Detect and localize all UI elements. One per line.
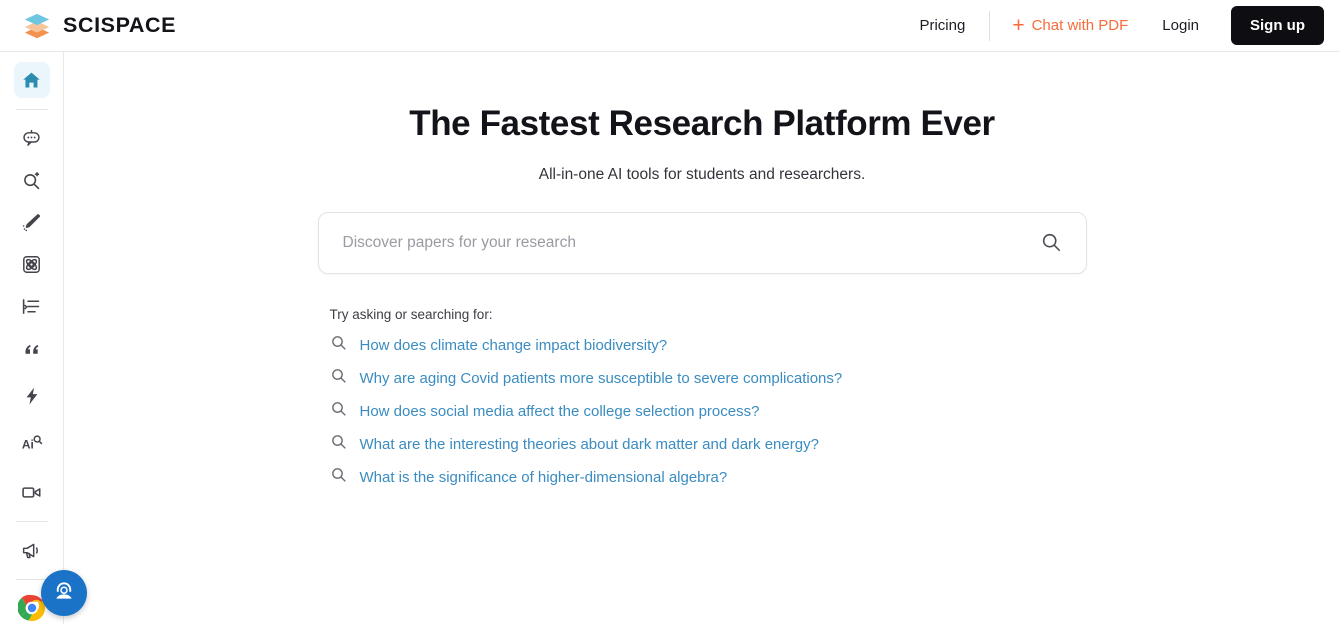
suggestion-text: What are the interesting theories about … bbox=[359, 435, 819, 453]
suggestion-text: How does social media affect the college… bbox=[359, 402, 760, 420]
nav-chat-with-pdf[interactable]: + Chat with PDF bbox=[996, 15, 1144, 36]
search-icon bbox=[1040, 231, 1062, 256]
search-submit-button[interactable] bbox=[1036, 227, 1066, 260]
plus-icon: + bbox=[1012, 14, 1025, 37]
sidebar-item-citation-generator[interactable] bbox=[14, 330, 50, 366]
support-agent-icon bbox=[52, 579, 76, 608]
search-bar[interactable] bbox=[317, 212, 1087, 274]
suggestion-text: How does climate change impact biodivers… bbox=[359, 336, 668, 354]
video-icon bbox=[21, 482, 42, 503]
sidebar-divider-mid bbox=[15, 521, 48, 522]
suggestion-item[interactable]: How does climate change impact biodivers… bbox=[330, 334, 1087, 356]
header-nav: Pricing + Chat with PDF Login Sign up bbox=[901, 0, 1340, 51]
sidebar-item-ai-detector[interactable]: Ai bbox=[14, 426, 50, 462]
suggestions-label: Try asking or searching for: bbox=[329, 307, 493, 322]
sidebar-item-home[interactable] bbox=[13, 62, 50, 98]
suggestion-item[interactable]: What is the significance of higher-dimen… bbox=[330, 466, 1087, 488]
search-icon bbox=[330, 466, 347, 488]
sidebar-item-paraphraser[interactable] bbox=[14, 204, 50, 240]
chat-with-pdf-label: Chat with PDF bbox=[1031, 17, 1129, 34]
page-title: The Fastest Research Platform Ever bbox=[409, 104, 995, 143]
atom-icon bbox=[21, 254, 42, 275]
list-outline-icon bbox=[21, 296, 42, 317]
ai-detector-icon: Ai bbox=[21, 433, 43, 455]
sidebar-item-extract-data[interactable] bbox=[14, 246, 50, 282]
megaphone-icon bbox=[21, 540, 42, 561]
suggestions-block: Try asking or searching for: How does cl… bbox=[318, 307, 1087, 488]
left-sidebar: Ai bbox=[0, 52, 64, 624]
suggestion-text: Why are aging Covid patients more suscep… bbox=[359, 369, 843, 387]
signup-button[interactable]: Sign up bbox=[1231, 6, 1324, 45]
suggestion-item[interactable]: Why are aging Covid patients more suscep… bbox=[330, 367, 1087, 389]
lightning-bolt-icon bbox=[22, 386, 42, 406]
nav-login[interactable]: Login bbox=[1144, 17, 1217, 34]
home-icon bbox=[21, 70, 42, 91]
sidebar-item-outline[interactable] bbox=[14, 288, 50, 324]
sidebar-item-announcements[interactable] bbox=[14, 532, 50, 568]
nav-pricing[interactable]: Pricing bbox=[901, 17, 983, 34]
quote-icon bbox=[22, 338, 42, 358]
chat-bot-icon bbox=[21, 128, 42, 149]
sidebar-divider-bottom bbox=[15, 579, 48, 580]
sidebar-divider-top bbox=[15, 109, 48, 110]
pen-write-icon bbox=[21, 212, 42, 233]
nav-divider bbox=[989, 10, 991, 41]
sidebar-item-chat[interactable] bbox=[14, 120, 50, 156]
brand-logo[interactable]: SCISPACE bbox=[22, 11, 176, 41]
svg-text:Ai: Ai bbox=[21, 438, 33, 452]
search-icon bbox=[330, 433, 347, 455]
sidebar-item-literature-review[interactable] bbox=[14, 162, 50, 198]
suggestion-item[interactable]: What are the interesting theories about … bbox=[330, 433, 1087, 455]
layers-stack-icon bbox=[22, 11, 52, 41]
top-header: SCISPACE Pricing + Chat with PDF Login S… bbox=[0, 0, 1340, 52]
support-widget-button[interactable] bbox=[41, 570, 87, 616]
sidebar-item-video-tutorial[interactable] bbox=[14, 474, 50, 510]
brand-name: SCISPACE bbox=[63, 13, 177, 37]
suggestion-text: What is the significance of higher-dimen… bbox=[359, 468, 728, 486]
magic-search-icon bbox=[21, 170, 42, 191]
search-icon bbox=[330, 400, 347, 422]
search-icon bbox=[330, 334, 347, 356]
search-input[interactable] bbox=[340, 233, 1036, 253]
search-icon bbox=[330, 367, 347, 389]
suggestion-item[interactable]: How does social media affect the college… bbox=[330, 400, 1087, 422]
sidebar-item-ai-writer[interactable] bbox=[14, 378, 50, 414]
page-subtitle: All-in-one AI tools for students and res… bbox=[538, 166, 866, 183]
main-content: The Fastest Research Platform Ever All-i… bbox=[64, 52, 1340, 624]
